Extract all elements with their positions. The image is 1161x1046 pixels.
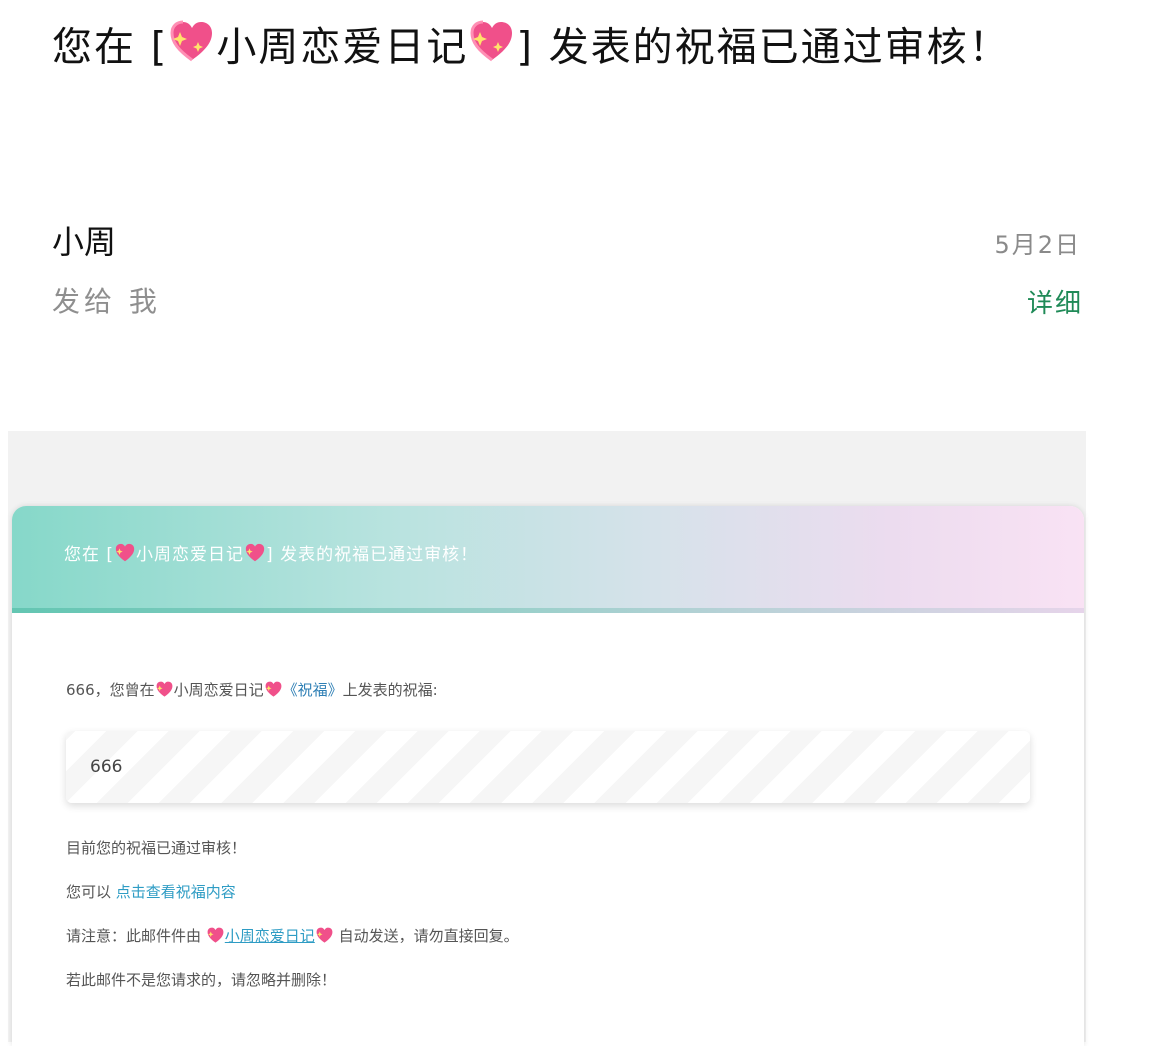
details-button[interactable]: 详细 [1027, 286, 1083, 322]
card-header-title: 您在 [ 小周恋爱日记 ] 发表的祝福已通过审核！ [64, 542, 478, 572]
ignore-line: 若此邮件不是您请求的，请忽略并删除！ [66, 971, 337, 989]
notice-suffix: 自动发送，请勿直接回复。 [333, 927, 519, 945]
header-prefix: 您在 [ [64, 545, 115, 565]
notice-prefix: 请注意：此邮件件由 [66, 927, 206, 945]
quoted-blessing-text: 666 [90, 757, 123, 777]
notice-site-name[interactable]: 小周恋爱日记 [225, 927, 315, 945]
card-header: 您在 [ 小周恋爱日记 ] 发表的祝福已通过审核！ [12, 506, 1084, 608]
sparkling-heart-icon [206, 926, 225, 952]
sparkling-heart-icon [244, 542, 266, 572]
email-subject: 您在 [ 小周恋爱日记 ] 发表的祝福已通过审核！ [52, 18, 1032, 81]
sparkling-heart-icon [168, 18, 216, 81]
subject-site-name: 小周恋爱日记 [216, 24, 469, 71]
intro-line: 666，您曾在 小周恋爱日记 《祝福》上发表的祝福: [66, 678, 438, 706]
header-site-name: 小周恋爱日记 [136, 545, 245, 565]
view-blessing-link[interactable]: 点击查看祝福内容 [116, 883, 236, 901]
approved-line: 目前您的祝福已通过审核！ [66, 839, 247, 857]
sparkling-heart-icon [264, 680, 283, 706]
subject-suffix: ] 发表的祝福已通过审核！ [516, 24, 1011, 71]
recipient-line: 发给 我 [52, 285, 161, 318]
site-link[interactable]: 小周恋爱日记 [206, 927, 334, 945]
intro-prefix: 666，您曾在 [66, 681, 155, 699]
quoted-blessing-box: 666 [66, 731, 1030, 803]
intro-suffix: 上发表的祝福: [342, 681, 438, 699]
sparkling-heart-icon [315, 926, 334, 952]
subject-prefix: 您在 [ [52, 24, 169, 71]
header-suffix: ] 发表的祝福已通过审核！ [266, 545, 479, 565]
sparkling-heart-icon [114, 542, 136, 572]
email-date: 5月2日 [994, 231, 1081, 259]
view-line: 您可以 点击查看祝福内容 [66, 880, 236, 904]
sparkling-heart-icon [468, 18, 516, 81]
header-divider [12, 608, 1084, 613]
view-prefix: 您可以 [66, 883, 116, 901]
blessing-page-link[interactable]: 《祝福》 [283, 681, 343, 699]
sparkling-heart-icon [155, 680, 174, 706]
sender-name[interactable]: 小周 [52, 220, 116, 264]
notice-line: 请注意：此邮件件由 小周恋爱日记 自动发送，请勿直接回复。 [66, 924, 519, 952]
intro-site-name: 小周恋爱日记 [173, 681, 264, 699]
email-card: 您在 [小周恋爱日记] 发表的祝福已通过审核！ 666，您曾在 小周恋爱日记 《祝福… [12, 506, 1084, 1046]
